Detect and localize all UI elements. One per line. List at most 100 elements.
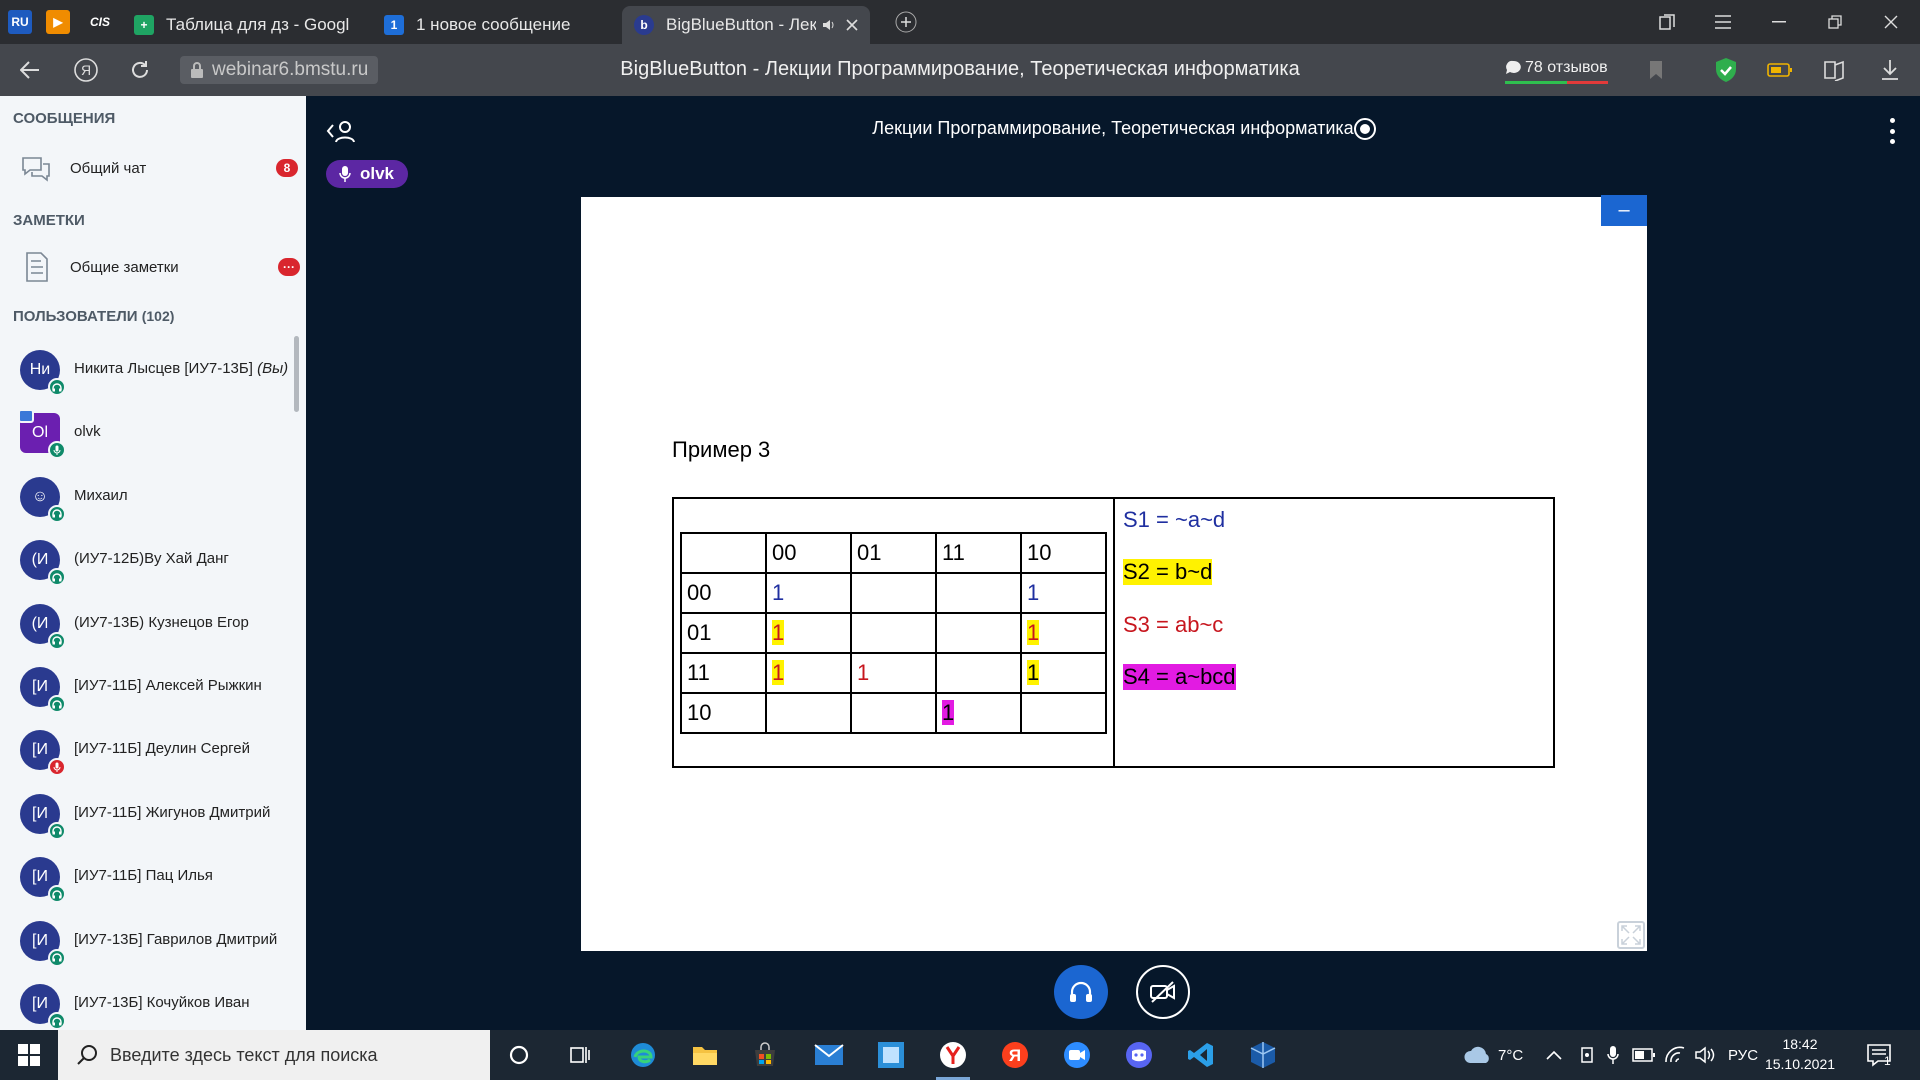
file-explorer-app[interactable] bbox=[676, 1030, 734, 1080]
taskbar-search[interactable]: Введите здесь текст для поиска bbox=[58, 1030, 490, 1080]
kmap-cell bbox=[1020, 692, 1107, 734]
download-button[interactable] bbox=[1874, 54, 1906, 86]
unread-badge: 8 bbox=[276, 159, 298, 177]
messages-heading: СООБЩЕНИЯ bbox=[13, 110, 116, 127]
protect-button[interactable] bbox=[1710, 54, 1742, 86]
user-list-item[interactable]: [И [ИУ7-11Б] Деулин Сергей bbox=[0, 718, 298, 781]
edge-app[interactable] bbox=[614, 1030, 672, 1080]
kmap-cell: 1 bbox=[765, 652, 852, 694]
clock[interactable]: 18:42 15.10.2021 bbox=[1760, 1034, 1840, 1074]
start-button[interactable] bbox=[0, 1030, 58, 1080]
options-button[interactable] bbox=[1886, 118, 1898, 144]
kmap-row-header: 00 bbox=[680, 572, 767, 614]
table-divider bbox=[1113, 499, 1115, 766]
reload-button[interactable] bbox=[122, 52, 158, 88]
show-hidden-icons-button[interactable] bbox=[1546, 1030, 1562, 1080]
zoom-app[interactable] bbox=[1048, 1030, 1106, 1080]
task-view-button[interactable] bbox=[550, 1030, 608, 1080]
kmap-cell bbox=[765, 692, 852, 734]
kmap-cell bbox=[850, 612, 937, 654]
yandex-button[interactable]: Я bbox=[68, 52, 104, 88]
zoom-icon bbox=[1064, 1042, 1090, 1068]
speech-bubble-icon bbox=[1506, 60, 1521, 74]
user-list-item[interactable]: [И [ИУ7-13Б] Кочуйков Иван bbox=[0, 972, 298, 1030]
talking-indicator[interactable]: olvk bbox=[326, 160, 409, 188]
user-list-item[interactable]: (И (ИУ7-13Б) Кузнецов Егор bbox=[0, 592, 298, 655]
device-tray-icon[interactable] bbox=[1578, 1030, 1596, 1080]
user-list-item[interactable]: [И [ИУ7-13Б] Гаврилов Дмитрий bbox=[0, 909, 298, 972]
wifi-tray-icon[interactable] bbox=[1664, 1030, 1686, 1080]
minimize-icon bbox=[1772, 21, 1786, 23]
extensions-button[interactable] bbox=[1818, 54, 1850, 86]
microphone-icon bbox=[48, 441, 66, 460]
photos-app[interactable] bbox=[862, 1030, 920, 1080]
user-list-item[interactable]: [И [ИУ7-11Б] Жигунов Дмитрий bbox=[0, 782, 298, 845]
presentation-slide[interactable]: – Пример 3 00 01 11 10 00 1 1 01 1 1 11 … bbox=[581, 195, 1647, 951]
user-list-item[interactable]: [И [ИУ7-11Б] Алексей Рыжкин bbox=[0, 655, 298, 718]
discord-app[interactable] bbox=[1110, 1030, 1168, 1080]
pinned-tab-ru[interactable]: RU bbox=[8, 10, 32, 34]
audio-button[interactable] bbox=[1054, 965, 1108, 1019]
tab-new-message[interactable]: 1 1 новое сообщение bbox=[372, 6, 612, 44]
speaker-icon[interactable] bbox=[822, 18, 836, 32]
pinned-tab-cis[interactable]: CIS bbox=[88, 10, 112, 34]
virtualbox-icon bbox=[1250, 1042, 1276, 1068]
wifi-icon bbox=[1665, 1046, 1685, 1063]
user-name: (ИУ7-12Б)Ву Хай Данг bbox=[74, 550, 229, 568]
shared-notes-item[interactable]: Общие заметки ··· bbox=[0, 242, 306, 292]
pinned-tab-play[interactable]: ▶ bbox=[46, 10, 70, 34]
camera-button[interactable] bbox=[1136, 965, 1190, 1019]
public-chat-item[interactable]: Общий чат 8 bbox=[0, 143, 306, 193]
user-list-item[interactable]: (И (ИУ7-12Б)Ву Хай Данг bbox=[0, 528, 298, 591]
battery-tray-icon[interactable] bbox=[1632, 1030, 1656, 1080]
discord-icon bbox=[1126, 1042, 1152, 1068]
kmap-row-header: 11 bbox=[680, 652, 767, 694]
kmap-cell: 1 bbox=[850, 652, 937, 694]
headphones-icon bbox=[48, 1012, 66, 1030]
minimize-presentation-button[interactable]: – bbox=[1601, 195, 1647, 226]
kmap-cell: 1 bbox=[765, 612, 852, 654]
kmap-cell bbox=[850, 692, 937, 734]
sidebar: СООБЩЕНИЯ Общий чат 8 ЗАМЕТКИ Общие заме… bbox=[0, 96, 306, 1030]
tab-bigbluebutton[interactable]: b BigBlueButton - Лекц bbox=[622, 6, 870, 44]
yandex-app[interactable]: Я bbox=[986, 1030, 1044, 1080]
record-indicator[interactable] bbox=[1354, 118, 1376, 140]
battery-saver-button[interactable] bbox=[1764, 54, 1796, 86]
yandex-browser-app[interactable] bbox=[924, 1030, 982, 1080]
close-window-button[interactable] bbox=[1864, 0, 1918, 44]
user-list-item[interactable]: Ни Никита Лысцев [ИУ7-13Б] (Вы) bbox=[0, 338, 298, 401]
battery-icon bbox=[1767, 63, 1792, 77]
user-list-item[interactable]: ☺ Михаил bbox=[0, 465, 298, 528]
store-app[interactable] bbox=[736, 1030, 794, 1080]
lock-icon[interactable] bbox=[190, 62, 204, 78]
bookmark-button[interactable] bbox=[1640, 54, 1672, 86]
kmap-row: 10 1 bbox=[680, 692, 1107, 734]
user-name: [ИУ7-13Б] Гаврилов Дмитрий bbox=[74, 930, 278, 948]
url-field[interactable]: webinar6.bmstu.ru bbox=[180, 56, 379, 84]
fullscreen-button[interactable] bbox=[1617, 921, 1645, 949]
vscode-app[interactable] bbox=[1172, 1030, 1230, 1080]
minimize-window-button[interactable] bbox=[1752, 0, 1806, 44]
mail-app[interactable] bbox=[800, 1030, 858, 1080]
notifications-button[interactable]: 1 bbox=[1866, 1030, 1892, 1080]
user-list-scrollbar[interactable] bbox=[294, 336, 299, 412]
weather-widget[interactable]: 7°C bbox=[1462, 1030, 1523, 1080]
chevron-up-icon bbox=[1546, 1050, 1562, 1060]
collections-button[interactable] bbox=[1640, 0, 1694, 44]
language-indicator[interactable]: РУС bbox=[1728, 1030, 1758, 1080]
close-tab-icon[interactable] bbox=[846, 19, 858, 31]
virtualbox-app[interactable] bbox=[1234, 1030, 1292, 1080]
phone-link-icon bbox=[1581, 1047, 1593, 1063]
volume-tray-icon[interactable] bbox=[1694, 1030, 1718, 1080]
back-button[interactable] bbox=[12, 52, 48, 88]
kmap-cell bbox=[850, 572, 937, 614]
user-list-item[interactable]: Ol olvk bbox=[0, 401, 298, 464]
cortana-button[interactable] bbox=[490, 1030, 548, 1080]
microphone-tray-icon[interactable] bbox=[1606, 1030, 1620, 1080]
restore-window-button[interactable] bbox=[1808, 0, 1862, 44]
menu-button[interactable] bbox=[1696, 0, 1750, 44]
user-list-item[interactable]: [И [ИУ7-11Б] Пац Илья bbox=[0, 845, 298, 908]
new-tab-button[interactable] bbox=[878, 0, 934, 44]
tab-google-sheets[interactable]: + Таблица для дз - Google Т bbox=[122, 6, 362, 44]
reviews-button[interactable]: 78 отзывов bbox=[1505, 54, 1608, 84]
